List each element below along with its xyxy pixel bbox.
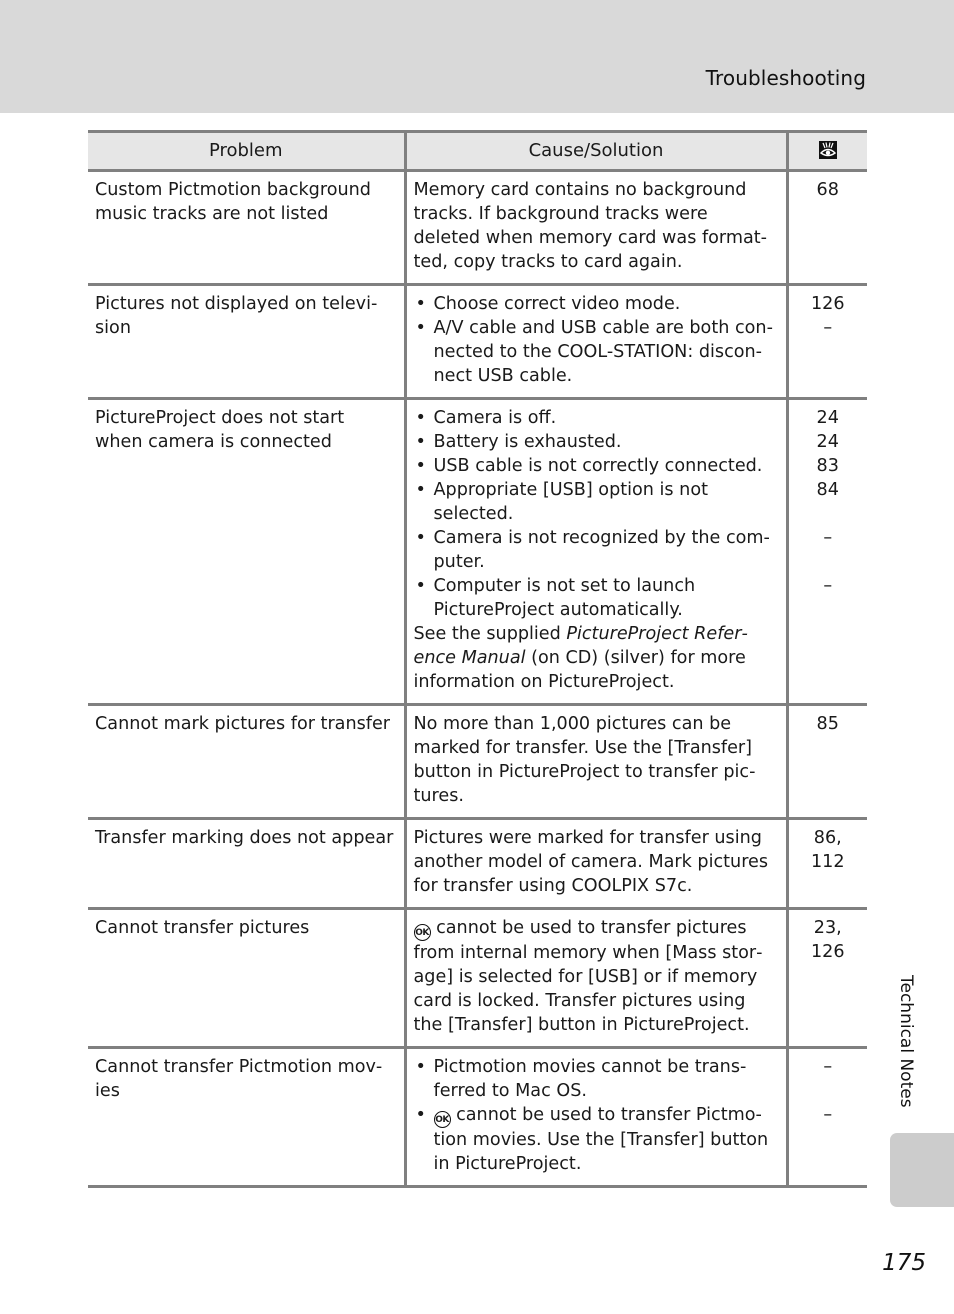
side-tab-label: Technical Notes: [896, 975, 916, 1108]
reference-cell: 85: [785, 704, 867, 820]
solution-list: Pictmotion movies cannot be trans­ferred…: [414, 1055, 779, 1176]
page-reference[interactable]: 112: [791, 850, 866, 874]
solution-note: See the supplied PictureProject Refer­en…: [414, 622, 779, 694]
page-reference[interactable]: 68: [791, 178, 866, 202]
page-reference: –: [823, 318, 833, 338]
page-reference[interactable]: 24: [791, 406, 866, 430]
solution-item: Pictmotion movies cannot be trans­ferred…: [414, 1055, 779, 1103]
column-header-reference: [785, 130, 867, 172]
table-row: Cannot transfer Pictmotion mov­ies Pictm…: [88, 1047, 867, 1188]
solution-cell: Pictmotion movies cannot be trans­ferred…: [403, 1047, 787, 1188]
reference-cell: 86, 112: [785, 818, 867, 910]
problem-cell: Cannot mark pictures for transfer: [88, 704, 405, 820]
table-row: Pictures not displayed on televi­sion Ch…: [88, 284, 867, 400]
note-prefix: See the supplied: [413, 624, 567, 644]
table-header-row: Problem Cause/Solution: [88, 130, 867, 172]
reference-cell: 68: [785, 170, 867, 286]
ok-button-icon: OK: [433, 1111, 451, 1128]
solution-cell: OK cannot be used to transfer pictures f…: [403, 908, 787, 1049]
table-row: Transfer marking does not appear Picture…: [88, 818, 867, 910]
solution-list: Choose correct video mode. A/V cable and…: [414, 292, 779, 388]
solution-item: USB cable is not correctly connected.: [414, 454, 779, 478]
reference-cell: 126 –: [785, 284, 867, 400]
solution-item: A/V cable and USB cable are both con­nec…: [414, 316, 779, 388]
page-number: 175: [882, 1250, 926, 1276]
page-reference[interactable]: 24: [791, 430, 866, 454]
solution-text: cannot be used to transfer Pictmo­tion m…: [433, 1105, 769, 1174]
solution-cell: No more than 1,000 pictures can be marke…: [403, 704, 787, 820]
page-reference: –: [823, 528, 833, 548]
table-row: PictureProject does not start when camer…: [88, 398, 867, 706]
page-reference: [791, 502, 866, 526]
page-reference[interactable]: 85: [791, 712, 866, 736]
page-reference: –: [823, 1105, 833, 1125]
side-tab[interactable]: [890, 1133, 954, 1207]
page-reference: [791, 1079, 866, 1103]
problem-cell: PictureProject does not start when camer…: [88, 398, 405, 706]
problem-cell: Transfer marking does not appear: [88, 818, 405, 910]
page-reference[interactable]: 86,: [791, 826, 866, 850]
problem-cell: Cannot transfer pictures: [88, 908, 405, 1049]
solution-item: Appropriate [USB] option is not selected…: [414, 478, 779, 526]
troubleshooting-table: Problem Cause/Solution Custom Pictmotion…: [88, 130, 867, 1188]
solution-item: Battery is exhausted.: [414, 430, 779, 454]
column-header-cause-solution: Cause/Solution: [403, 130, 787, 172]
problem-cell: Cannot transfer Pictmotion mov­ies: [88, 1047, 405, 1188]
solution-cell: Choose correct video mode. A/V cable and…: [403, 284, 787, 400]
table-row: Custom Pictmotion background music track…: [88, 170, 867, 286]
solution-cell: Pictures were marked for transfer using …: [403, 818, 787, 910]
ok-button-icon: OK: [413, 924, 431, 941]
solution-text: cannot be used to transfer pictures from…: [413, 918, 763, 1035]
solution-cell: Memory card contains no background track…: [403, 170, 787, 286]
page-reference[interactable]: 126: [791, 940, 866, 964]
page-reference[interactable]: 84: [791, 478, 866, 502]
page-reference: –: [823, 1057, 833, 1077]
solution-item: Choose correct video mode.: [414, 292, 779, 316]
column-header-problem: Problem: [88, 130, 405, 172]
solution-item: Camera is not recognized by the com­pute…: [414, 526, 779, 574]
solution-cell: Camera is off. Battery is exhausted. USB…: [403, 398, 787, 706]
reference-cell: 23, 126: [785, 908, 867, 1049]
page-reference-icon: [818, 141, 837, 159]
reference-cell: – –: [785, 1047, 867, 1188]
page-reference[interactable]: 126: [791, 292, 866, 316]
page-reference[interactable]: 83: [791, 454, 866, 478]
solution-item: Computer is not set to launch PicturePro…: [414, 574, 779, 622]
section-title: Troubleshooting: [705, 66, 866, 90]
page-reference: [791, 550, 866, 574]
solution-item: Camera is off.: [414, 406, 779, 430]
problem-cell: Pictures not displayed on televi­sion: [88, 284, 405, 400]
problem-cell: Custom Pictmotion background music track…: [88, 170, 405, 286]
page-reference[interactable]: 23,: [791, 916, 866, 940]
header-band: [0, 0, 954, 113]
table-row: Cannot mark pictures for transfer No mor…: [88, 704, 867, 820]
solution-list: Camera is off. Battery is exhausted. USB…: [414, 406, 779, 622]
solution-item: OK cannot be used to transfer Pictmo­tio…: [414, 1103, 779, 1176]
table-row: Cannot transfer pictures OK cannot be us…: [88, 908, 867, 1049]
page-reference: –: [823, 576, 833, 596]
reference-cell: 24 24 83 84 – –: [785, 398, 867, 706]
